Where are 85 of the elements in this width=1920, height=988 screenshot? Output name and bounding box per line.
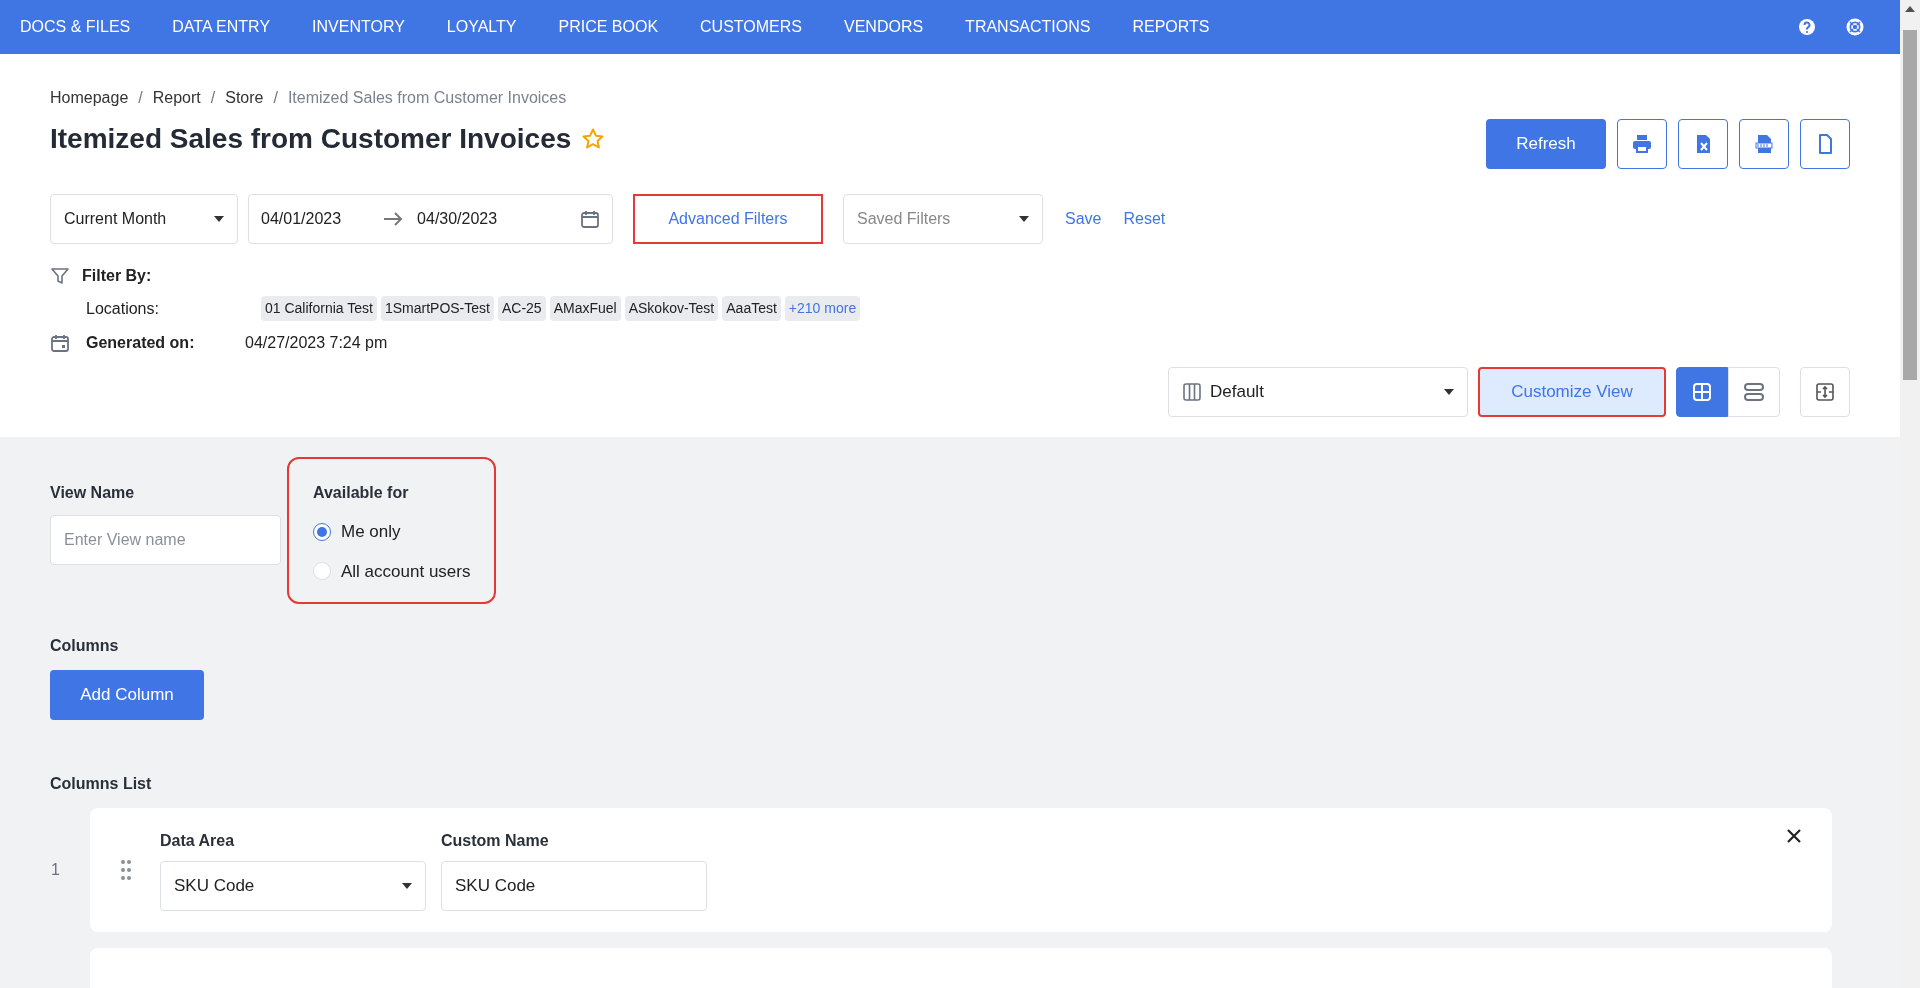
star-icon[interactable] <box>581 127 606 151</box>
view-name-label: View Name <box>50 483 136 503</box>
export-button[interactable] <box>1800 119 1850 169</box>
caret-icon <box>1019 216 1029 222</box>
generated-on-label: Generated on: <box>85 333 196 353</box>
nav-link[interactable]: REPORTS <box>1132 15 1210 39</box>
nav-link[interactable]: CUSTOMERS <box>700 15 802 39</box>
reset-link[interactable]: Reset <box>1123 207 1166 231</box>
page-title: Itemized Sales from Customer Invoices <box>50 122 572 156</box>
expand-icon <box>1815 382 1835 402</box>
rows-icon <box>1743 382 1765 402</box>
customize-view-button[interactable]: Customize View <box>1478 367 1666 417</box>
radio-label: All account users <box>341 560 471 583</box>
add-column-button[interactable]: Add Column <box>50 670 204 720</box>
caret-icon <box>1444 389 1454 395</box>
drag-handle-icon[interactable] <box>120 859 132 881</box>
location-tag: AMaxFuel <box>549 296 621 321</box>
radio-option[interactable]: Me only <box>313 519 471 545</box>
location-tag: 01 California Test <box>261 296 377 321</box>
scroll-up-icon[interactable] <box>1905 6 1915 12</box>
nav-link[interactable]: DATA ENTRY <box>172 15 271 39</box>
breadcrumb-link[interactable]: Homepage <box>50 86 129 110</box>
nav-link[interactable]: LOYALTY <box>446 15 517 39</box>
location-tag: 1SmartPOS-Test <box>380 296 494 321</box>
breadcrumb-separator: / <box>138 88 143 108</box>
columns-list-label: Columns List <box>50 774 153 794</box>
custom-name-input[interactable]: SKU Code <box>441 861 707 911</box>
columns-label: Columns <box>50 636 120 656</box>
export-button[interactable] <box>1678 119 1728 169</box>
radio-label: Me only <box>341 521 401 543</box>
generated-on-value: 04/27/2023 7:24 pm <box>245 333 388 353</box>
breadcrumb-separator: / <box>273 88 278 108</box>
saved-filters-dropdown[interactable]: Saved Filters <box>843 194 1043 244</box>
location-tag: AC-25 <box>497 296 546 321</box>
radio-button[interactable] <box>313 522 331 541</box>
nav-link[interactable]: TRANSACTIONS <box>965 15 1091 39</box>
scrollbar-thumb[interactable] <box>1903 30 1917 380</box>
data-area-dropdown[interactable]: SKU Code <box>160 861 426 911</box>
nav-link[interactable]: PRICE BOOK <box>558 15 659 39</box>
columns-icon <box>1182 382 1202 402</box>
print-icon <box>1631 133 1653 155</box>
radio-option[interactable]: All account users <box>313 558 471 584</box>
row-number: 1 <box>50 860 61 880</box>
view-dropdown[interactable]: Default <box>1168 367 1468 417</box>
view-name-input[interactable]: Enter View name <box>50 515 281 565</box>
scrollbar[interactable] <box>1900 0 1920 988</box>
grid-icon <box>1692 382 1712 402</box>
location-tag: AaaTest <box>722 296 781 321</box>
start-date: 04/01/2023 <box>261 209 342 229</box>
refresh-button[interactable]: Refresh <box>1486 119 1606 169</box>
rows-view-button[interactable] <box>1728 367 1780 417</box>
lifebuoy-icon[interactable] <box>1846 18 1864 36</box>
breadcrumb-separator: / <box>210 88 216 108</box>
view-name: Default <box>1210 381 1264 404</box>
end-date: 04/30/2023 <box>417 209 498 229</box>
export-button[interactable] <box>1617 119 1667 169</box>
breadcrumb-link[interactable]: Report <box>152 86 201 110</box>
nav-link[interactable]: DOCS & FILES <box>20 15 131 39</box>
help-icon[interactable] <box>1798 18 1816 36</box>
calendar-icon <box>50 333 70 353</box>
pdf-file-icon <box>1753 133 1775 155</box>
expand-button[interactable] <box>1800 367 1850 417</box>
more-locations-link[interactable]: +210 more <box>784 296 861 321</box>
data-area-label: Data Area <box>160 831 236 851</box>
calendar-icon <box>580 209 600 229</box>
location-tag: ASkokov-Test <box>624 296 719 321</box>
grid-view-button[interactable] <box>1676 367 1728 417</box>
caret-icon <box>402 883 412 889</box>
arrow-right-icon <box>383 212 404 226</box>
breadcrumb-current-page: Itemized Sales from Customer Invoices <box>287 88 567 108</box>
date-range-field[interactable]: 04/01/2023 04/30/2023 <box>248 194 613 244</box>
filter-icon <box>50 266 70 286</box>
period-dropdown[interactable]: Current Month <box>50 194 238 244</box>
caret-icon <box>214 216 224 222</box>
export-button[interactable] <box>1739 119 1789 169</box>
locations-label: Locations: <box>85 298 160 319</box>
filter-by-label: Filter By: <box>82 266 152 286</box>
close-icon[interactable] <box>1786 828 1802 844</box>
custom-name-label: Custom Name <box>441 831 550 851</box>
nav-link[interactable]: INVENTORY <box>312 15 405 39</box>
nav-link[interactable]: VENDORS <box>844 15 924 39</box>
available-for-label: Available for <box>313 483 410 503</box>
save-link[interactable]: Save <box>1065 207 1102 231</box>
breadcrumb-link[interactable]: Store <box>225 86 264 110</box>
advanced-filters-button[interactable]: Advanced Filters <box>633 194 823 244</box>
